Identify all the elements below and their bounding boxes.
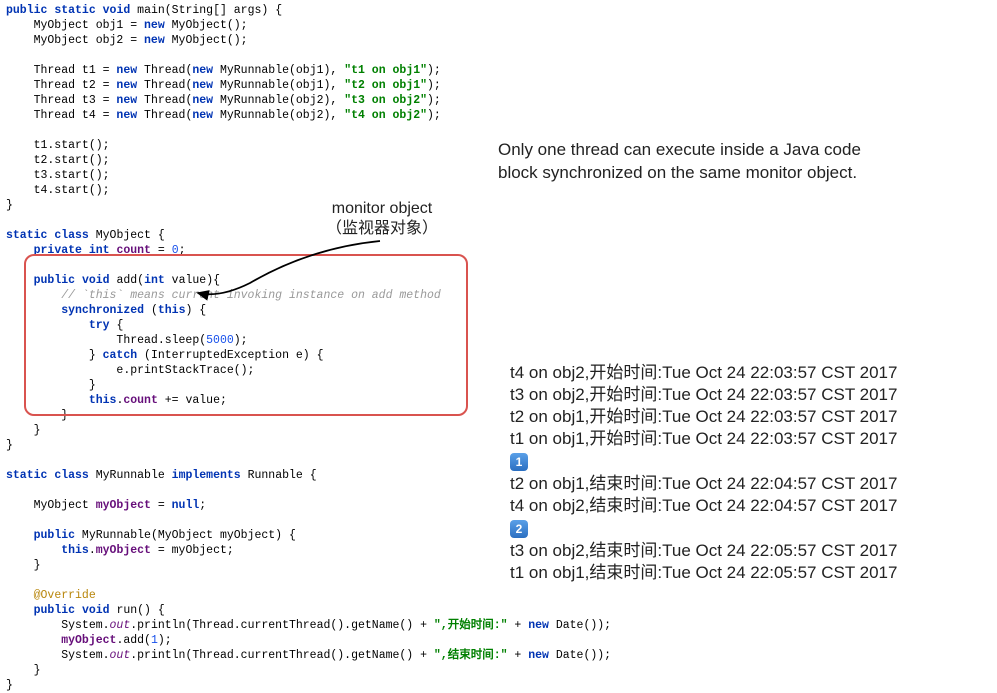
explanation-text: Only one thread can execute inside a Jav…	[498, 138, 958, 184]
badge-row: 2	[510, 517, 897, 540]
annotation-label: monitor object （监视器对象）	[326, 199, 438, 239]
output-row: t3 on obj2,开始时间:Tue Oct 24 22:03:57 CST …	[510, 384, 897, 406]
output-row: t4 on obj2,结束时间:Tue Oct 24 22:04:57 CST …	[510, 495, 897, 517]
output-row: t4 on obj2,开始时间:Tue Oct 24 22:03:57 CST …	[510, 362, 897, 384]
number-badge-icon: 2	[510, 520, 528, 538]
number-badge-icon: 1	[510, 453, 528, 471]
annotation-line1: monitor object	[326, 199, 438, 219]
output-row: t1 on obj1,结束时间:Tue Oct 24 22:05:57 CST …	[510, 562, 897, 584]
badge-row: 1	[510, 450, 897, 473]
output-row: t2 on obj1,开始时间:Tue Oct 24 22:03:57 CST …	[510, 406, 897, 428]
console-output: t4 on obj2,开始时间:Tue Oct 24 22:03:57 CST …	[510, 362, 897, 584]
output-row: t2 on obj1,结束时间:Tue Oct 24 22:04:57 CST …	[510, 473, 897, 495]
code-block: public static void main(String[] args) {…	[6, 3, 611, 693]
output-row: t1 on obj1,开始时间:Tue Oct 24 22:03:57 CST …	[510, 428, 897, 450]
annotation-line2: （监视器对象）	[326, 219, 438, 239]
output-row: t3 on obj2,结束时间:Tue Oct 24 22:05:57 CST …	[510, 540, 897, 562]
